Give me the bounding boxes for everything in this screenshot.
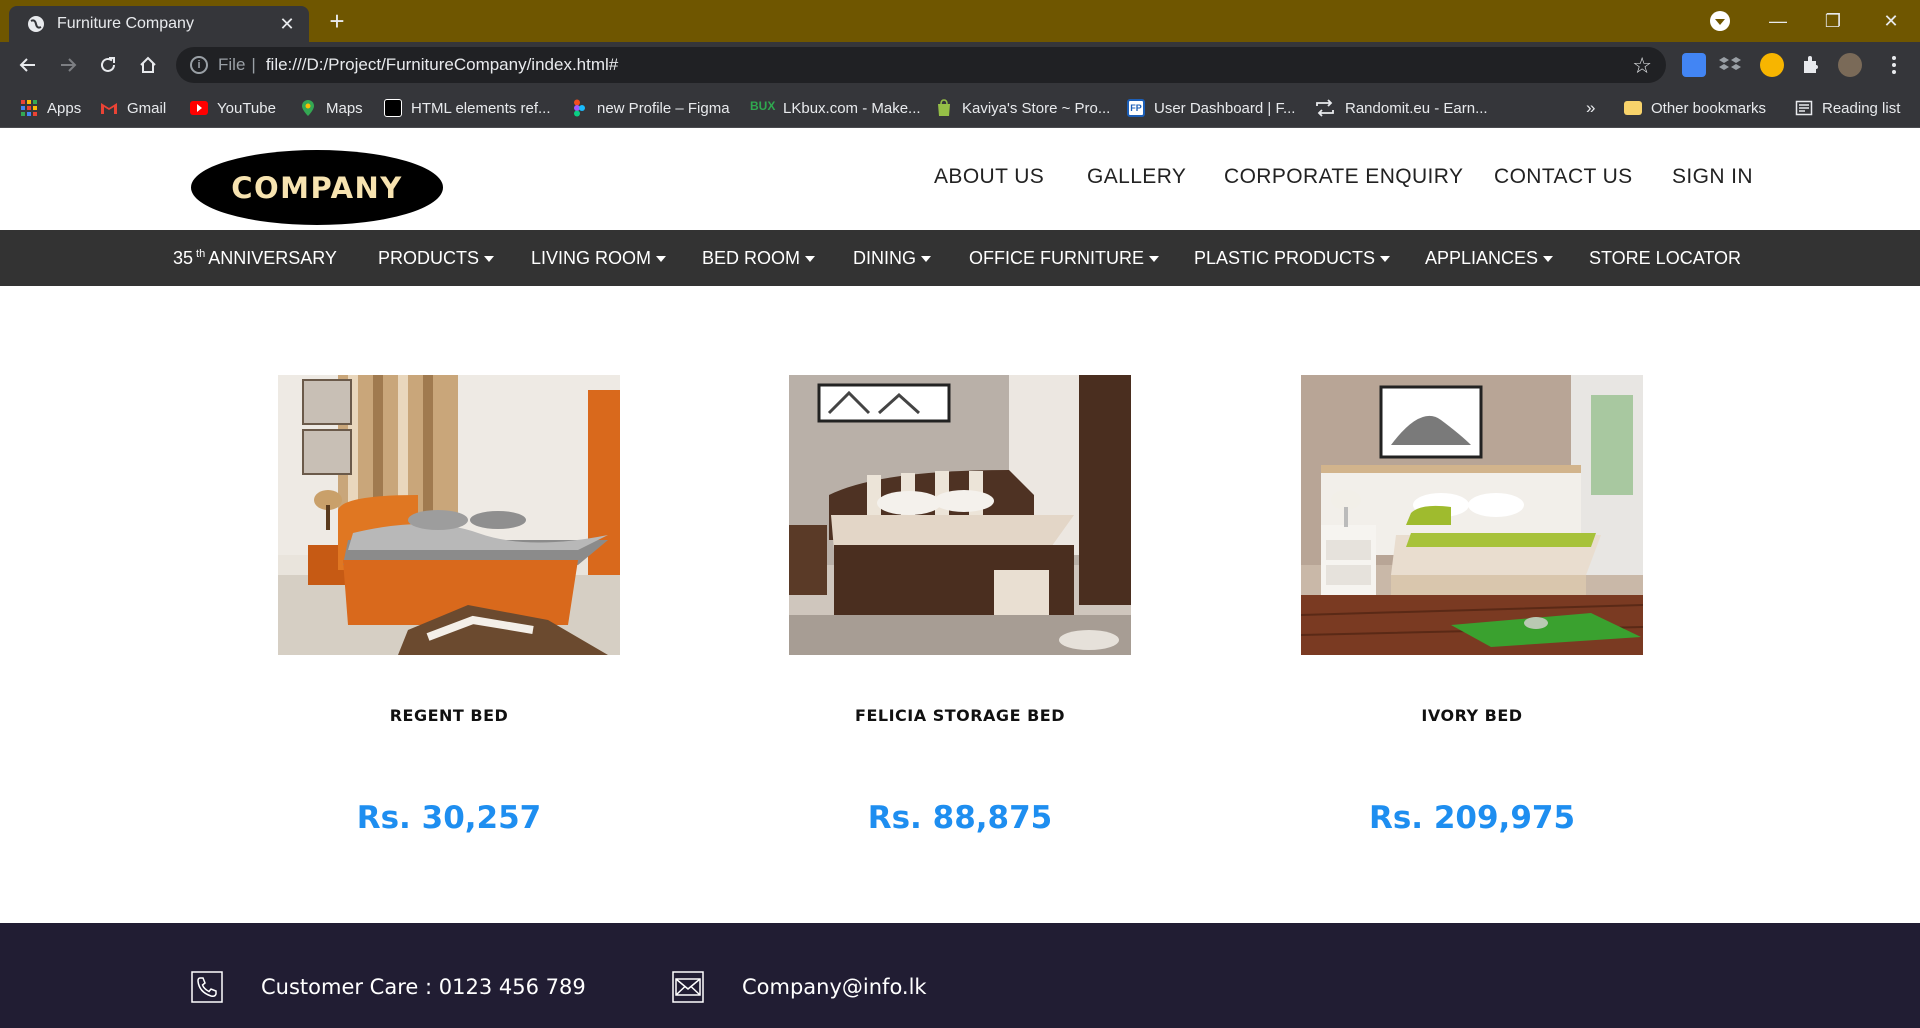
mail-icon [672, 971, 704, 1003]
globe-icon [27, 15, 45, 33]
bookmark-html-elements[interactable]: HTML elements ref... [384, 88, 550, 128]
product-image-felicia-storage-bed[interactable] [789, 375, 1131, 655]
home-icon[interactable] [134, 51, 162, 79]
browser-tab-active[interactable]: Furniture Company ✕ [9, 6, 309, 42]
folder-icon [1624, 101, 1642, 115]
tab-close-icon[interactable]: ✕ [277, 14, 297, 35]
minimize-button[interactable]: — [1763, 8, 1793, 34]
maps-icon [299, 99, 317, 117]
fp-icon: FP [1127, 99, 1145, 117]
new-tab-button[interactable]: + [324, 8, 350, 34]
youtube-icon [190, 101, 208, 115]
bookmarks-bar: Apps Gmail YouTube Maps HTML elements re… [0, 88, 1920, 128]
category-office-furniture[interactable]: OFFICE FURNITURE [969, 230, 1159, 286]
product-card[interactable]: REGENT BED Rs. 30,257 [278, 375, 620, 836]
restore-button[interactable]: ❐ [1818, 8, 1848, 34]
phone-icon [191, 971, 223, 1003]
menu-kebab-icon[interactable] [1880, 51, 1908, 79]
category-appliances[interactable]: APPLIANCES [1425, 230, 1554, 286]
company-logo[interactable]: COMPANY [191, 150, 443, 225]
site-header: COMPANY ABOUT US GALLERY CORPORATE ENQUI… [0, 129, 1920, 230]
logo-text: COMPANY [231, 170, 403, 205]
bookmark-star-icon[interactable]: ☆ [1632, 53, 1652, 79]
other-bookmarks[interactable]: Other bookmarks [1624, 88, 1766, 128]
browser-toolbar: i File | file:///D:/Project/FurnitureCom… [0, 42, 1920, 88]
product-image-ivory-bed[interactable] [1301, 375, 1643, 655]
category-bar: 35 th ANNIVERSARY PRODUCTS LIVING ROOM B… [0, 230, 1920, 286]
gmail-icon [100, 99, 118, 117]
product-price: Rs. 88,875 [867, 800, 1053, 836]
nav-about-us[interactable]: ABOUT US [934, 165, 1044, 189]
bookmark-user-dashboard[interactable]: FP User Dashboard | F... [1127, 88, 1295, 128]
nav-contact-us[interactable]: CONTACT US [1494, 165, 1633, 189]
bookmark-figma[interactable]: new Profile – Figma [570, 88, 730, 128]
category-anniversary[interactable]: 35 th ANNIVERSARY [173, 230, 337, 286]
profile-avatar[interactable] [1838, 53, 1862, 77]
category-plastic-products[interactable]: PLASTIC PRODUCTS [1194, 230, 1391, 286]
back-arrow-icon[interactable] [14, 51, 42, 79]
caret-down-icon [656, 255, 667, 262]
lkbux-icon: BUX [750, 99, 776, 113]
customer-care-text: Customer Care : 0123 456 789 [261, 975, 586, 999]
category-living-room[interactable]: LIVING ROOM [531, 230, 667, 286]
shopify-icon [935, 99, 953, 117]
customer-care[interactable]: Customer Care : 0123 456 789 [191, 971, 586, 1003]
product-name[interactable]: FELICIA STORAGE BED [789, 706, 1131, 725]
randomit-icon [1314, 99, 1336, 117]
category-store-locator[interactable]: STORE LOCATOR [1589, 230, 1741, 286]
caret-down-icon [484, 255, 495, 262]
caret-down-icon [1543, 255, 1554, 262]
extensions-puzzle-icon[interactable] [1799, 53, 1823, 77]
browser-tabstrip: Furniture Company ✕ + — ❐ ✕ [0, 0, 1920, 42]
product-image-regent-bed[interactable] [278, 375, 620, 655]
reload-icon[interactable] [94, 51, 122, 79]
extension-circle-icon[interactable] [1760, 53, 1784, 77]
site-info-icon[interactable]: i [190, 56, 208, 74]
footer-email[interactable]: Company@info.lk [672, 971, 927, 1003]
tab-title: Furniture Company [57, 15, 194, 32]
product-card[interactable]: IVORY BED Rs. 209,975 [1301, 375, 1643, 836]
bookmark-lkbux[interactable]: BUX LKbux.com - Make... [750, 88, 921, 128]
email-text: Company@info.lk [742, 975, 927, 999]
site-footer: Customer Care : 0123 456 789 Company@inf… [0, 923, 1920, 1028]
address-bar[interactable]: i File | file:///D:/Project/FurnitureCom… [176, 47, 1666, 83]
mdn-icon [384, 99, 402, 117]
bookmark-youtube[interactable]: YouTube [190, 88, 276, 128]
figma-icon [570, 99, 588, 117]
google-translate-icon[interactable] [1682, 53, 1706, 77]
close-window-button[interactable]: ✕ [1876, 8, 1906, 34]
tab-search-icon[interactable] [1710, 11, 1730, 31]
apps-grid-icon [20, 99, 38, 117]
product-card[interactable]: FELICIA STORAGE BED Rs. 88,875 [789, 375, 1131, 836]
reading-list-icon [1795, 99, 1813, 117]
category-dining[interactable]: DINING [853, 230, 931, 286]
category-products[interactable]: PRODUCTS [378, 230, 495, 286]
caret-down-icon [1380, 255, 1391, 262]
bookmark-kaviyas-store[interactable]: Kaviya's Store ~ Pro... [935, 88, 1110, 128]
forward-arrow-icon[interactable] [54, 51, 82, 79]
url-scheme: File [218, 55, 246, 74]
nav-corporate-enquiry[interactable]: CORPORATE ENQUIRY [1224, 165, 1463, 189]
product-price: Rs. 209,975 [1368, 800, 1576, 836]
caret-down-icon [805, 255, 816, 262]
caret-down-icon [921, 255, 931, 262]
bookmark-maps[interactable]: Maps [299, 88, 363, 128]
bookmarks-overflow-button[interactable]: » [1586, 88, 1595, 128]
category-bed-room[interactable]: BED ROOM [702, 230, 816, 286]
product-price: Rs. 30,257 [356, 800, 542, 836]
bookmark-gmail[interactable]: Gmail [100, 88, 166, 128]
nav-sign-in[interactable]: SIGN IN [1672, 165, 1753, 189]
nav-gallery[interactable]: GALLERY [1087, 165, 1186, 189]
dropbox-icon[interactable] [1718, 53, 1742, 77]
bookmark-apps[interactable]: Apps [20, 88, 81, 128]
reading-list[interactable]: Reading list [1795, 88, 1900, 128]
product-name[interactable]: REGENT BED [278, 706, 620, 725]
url-text: file:///D:/Project/FurnitureCompany/inde… [265, 55, 619, 74]
caret-down-icon [1149, 255, 1159, 262]
bookmark-randomit[interactable]: Randomit.eu - Earn... [1314, 88, 1488, 128]
product-name[interactable]: IVORY BED [1301, 706, 1643, 725]
